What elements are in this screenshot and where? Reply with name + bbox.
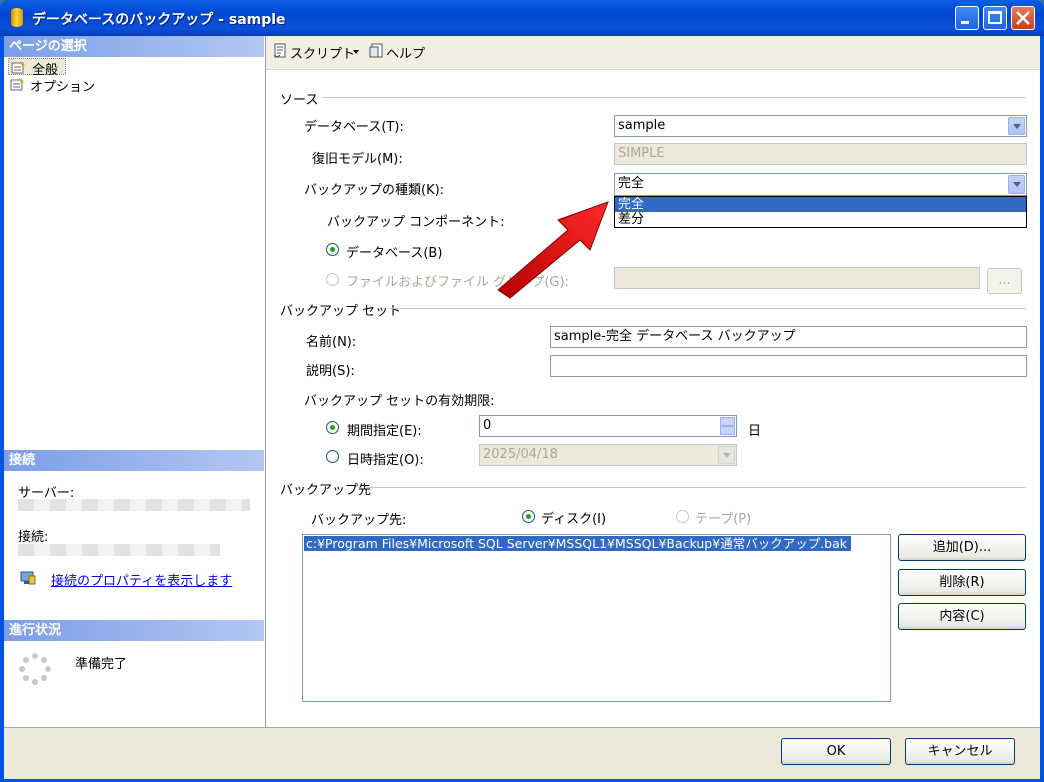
connection-properties-icon — [20, 571, 36, 585]
expire-on-radio[interactable] — [326, 450, 339, 463]
divider — [388, 308, 1026, 309]
disk-label[interactable]: ディスク(I) — [541, 508, 606, 527]
connection-header: 接続 — [4, 450, 264, 471]
component-files-radio[interactable] — [326, 273, 339, 286]
spin-down-icon[interactable] — [720, 426, 735, 435]
chevron-down-icon[interactable] — [1008, 117, 1025, 135]
backup-name-input[interactable]: sample-完全 データベース バックアップ — [550, 326, 1027, 348]
remove-destination-button[interactable]: 削除(R) — [898, 569, 1026, 596]
dropdown-option-full[interactable]: 完全 — [615, 197, 1026, 212]
select-page-header: ページの選択 — [4, 36, 264, 57]
divider — [322, 97, 1026, 98]
title-bar[interactable]: データベースのバックアップ - sample — [0, 0, 1044, 36]
backup-type-value: 完全 — [618, 176, 645, 191]
help-icon — [369, 43, 383, 58]
divider — [367, 487, 1026, 488]
backup-type-select[interactable]: 完全 — [614, 173, 1027, 196]
expire-days-value: 0 — [483, 418, 492, 433]
destination-label: バックアップ先: — [311, 513, 407, 528]
maximize-button[interactable] — [983, 6, 1007, 30]
source-group-header: ソース — [280, 93, 319, 108]
progress-status: 準備完了 — [75, 657, 128, 672]
backup-name-label: 名前(N): — [306, 335, 357, 350]
destination-path-item[interactable]: c:¥Program Files¥Microsoft SQL Server¥MS… — [304, 536, 851, 551]
component-database-label[interactable]: データベース(B) — [346, 242, 442, 261]
page-item-options[interactable]: オプション — [8, 76, 108, 95]
backup-description-label: 説明(S): — [306, 364, 355, 379]
days-unit-label: 日 — [748, 424, 762, 439]
add-destination-button[interactable]: 追加(D)... — [898, 534, 1026, 561]
script-icon — [273, 43, 286, 58]
expire-after-label[interactable]: 期間指定(E): — [347, 420, 422, 439]
recovery-model-label: 復旧モデル(M): — [312, 152, 403, 167]
script-label: スクリプト — [290, 47, 356, 62]
help-label: ヘルプ — [386, 47, 426, 62]
expire-date-picker: 2025/04/18 — [479, 444, 737, 466]
minimize-button[interactable] — [955, 6, 979, 30]
expire-after-radio[interactable] — [326, 421, 339, 434]
chevron-down-icon — [718, 446, 735, 464]
page-item-label: オプション — [30, 80, 96, 95]
backup-type-dropdown-list: 完全 差分 — [614, 196, 1027, 228]
expire-on-label[interactable]: 日時指定(O): — [347, 449, 424, 468]
backup-type-label: バックアップの種類(K): — [304, 183, 445, 198]
destination-list[interactable]: c:¥Program Files¥Microsoft SQL Server¥MS… — [302, 534, 891, 702]
window-title: データベースのバックアップ - sample — [32, 12, 286, 28]
view-connection-properties-link[interactable]: 接続のプロパティを表示します — [51, 570, 232, 589]
minimize-icon — [961, 21, 969, 24]
database-icon — [11, 8, 23, 27]
expiration-label: バックアップ セットの有効期限: — [304, 394, 495, 409]
close-button[interactable] — [1011, 6, 1035, 30]
progress-spinner-icon — [19, 653, 51, 685]
file-groups-browse-button[interactable]: ... — [987, 268, 1022, 294]
database-select[interactable]: sample — [614, 115, 1027, 137]
connection-label: 接続: — [18, 530, 49, 545]
spin-up-icon[interactable] — [720, 417, 735, 426]
help-button[interactable]: ヘルプ — [368, 42, 428, 62]
file-groups-field — [614, 267, 980, 289]
chevron-down-icon — [353, 50, 359, 54]
database-label: データベース(T): — [304, 120, 404, 135]
destination-group-header: バックアップ先 — [280, 483, 372, 498]
progress-header: 進行状況 — [4, 620, 264, 641]
server-value-redacted — [18, 499, 250, 511]
database-value: sample — [618, 118, 666, 133]
maximize-icon — [988, 11, 1002, 24]
dropdown-option-differential[interactable]: 差分 — [615, 212, 1026, 227]
ok-button[interactable]: OK — [781, 738, 891, 765]
tape-label[interactable]: テープ(P) — [695, 508, 751, 527]
recovery-model-value: SIMPLE — [618, 146, 665, 161]
backup-component-label: バックアップ コンポーネント: — [327, 215, 505, 230]
script-button[interactable]: スクリプト — [270, 42, 362, 62]
close-icon — [1016, 11, 1030, 25]
chevron-down-icon[interactable] — [1008, 175, 1025, 194]
expire-date-value: 2025/04/18 — [483, 447, 558, 462]
backup-description-input[interactable] — [550, 355, 1027, 377]
expire-days-input[interactable]: 0 — [479, 415, 737, 437]
page-item-general[interactable]: 全般 — [8, 58, 66, 78]
recovery-model-field: SIMPLE — [614, 143, 1027, 165]
annotation-arrow — [497, 201, 609, 299]
cancel-button[interactable]: キャンセル — [905, 738, 1015, 765]
backup-set-group-header: バックアップ セット — [280, 304, 402, 319]
page-icon — [10, 78, 24, 91]
page-icon — [11, 61, 25, 74]
component-database-radio[interactable] — [326, 243, 339, 256]
destination-contents-button[interactable]: 内容(C) — [898, 603, 1026, 630]
disk-radio[interactable] — [522, 510, 535, 523]
tape-radio[interactable] — [676, 510, 689, 523]
connection-value-redacted — [18, 544, 220, 556]
